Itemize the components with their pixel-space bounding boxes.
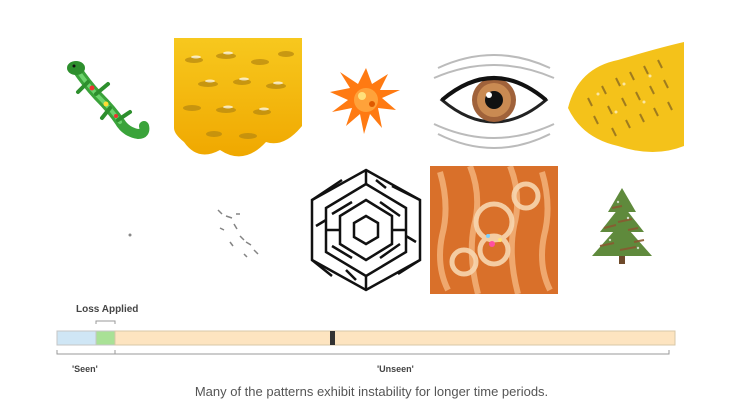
unseen-bracket [114, 350, 670, 355]
current-time-marker [330, 331, 335, 345]
unseen-label: 'Unseen' [377, 364, 414, 374]
loss-bracket [95, 320, 116, 324]
faded-dot-pattern [46, 166, 174, 294]
loss-segment [95, 330, 116, 346]
honey-texture-pattern [174, 38, 302, 166]
maze-pattern [302, 166, 430, 294]
orange-splat-pattern [302, 38, 430, 166]
bread-texture-pattern [430, 166, 558, 294]
figure-caption: Many of the patterns exhibit instability… [194, 384, 549, 399]
seen-bracket [56, 350, 116, 355]
yellow-texture-pattern [558, 38, 686, 166]
tree-pattern [558, 166, 686, 294]
seen-segment [56, 330, 97, 346]
lizard-pattern [46, 38, 174, 166]
seen-label: 'Seen' [72, 364, 98, 374]
faded-dashes-pattern [174, 166, 302, 294]
eye-pattern [430, 38, 558, 166]
unseen-segment [114, 330, 676, 346]
timeline-bar [56, 320, 676, 355]
loss-applied-label: Loss Applied [76, 304, 139, 315]
